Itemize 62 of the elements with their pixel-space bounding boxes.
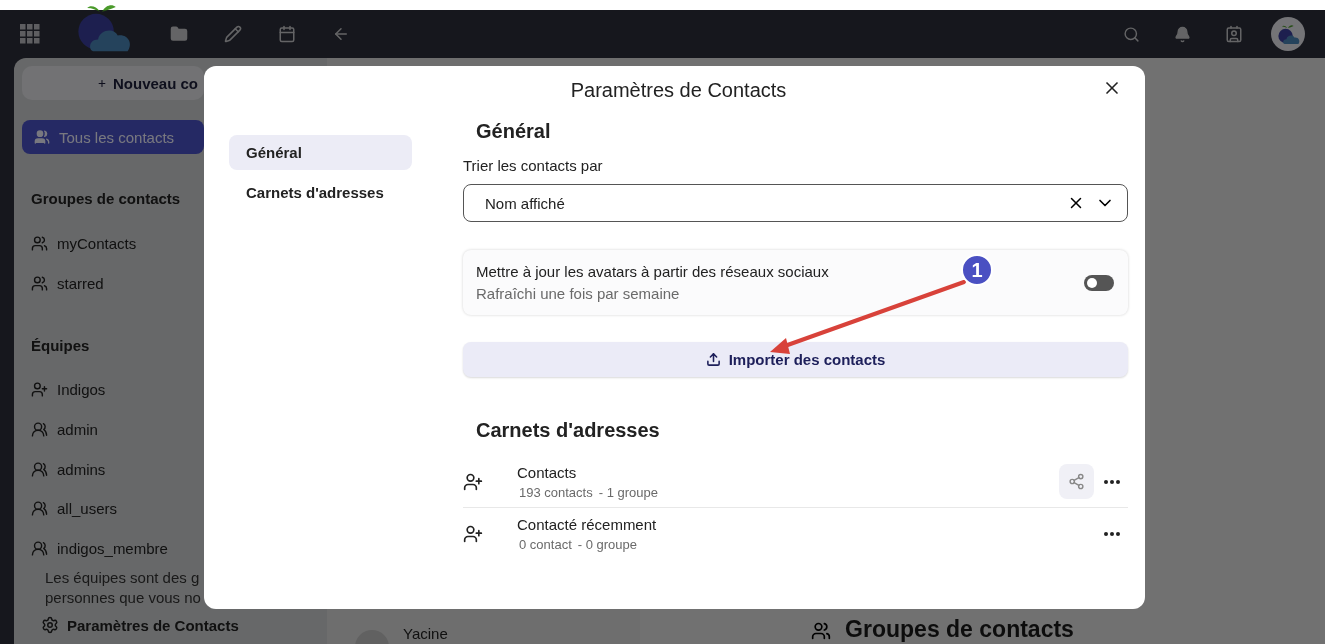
teams-note: personnes que vous no xyxy=(44,588,202,609)
address-book-name: Contacts xyxy=(517,463,578,481)
people-icon xyxy=(31,234,48,252)
more-button[interactable] xyxy=(1104,531,1120,536)
folder-icon[interactable] xyxy=(170,25,188,43)
people-icon xyxy=(811,621,832,641)
people-icon xyxy=(31,274,48,292)
search-icon[interactable] xyxy=(1123,25,1140,43)
upload-icon xyxy=(705,352,721,367)
app-grid-icon[interactable] xyxy=(20,24,40,44)
sidebar-item[interactable]: starred xyxy=(22,263,204,303)
sort-select[interactable]: Nom affiché xyxy=(463,184,1128,222)
new-contact-button[interactable]: Nouveau co xyxy=(22,66,204,100)
people-icon xyxy=(31,421,48,439)
add-people-icon[interactable] xyxy=(463,471,483,492)
field-label: Trier les contacts par xyxy=(463,157,604,174)
sidebar-item[interactable]: admin xyxy=(22,409,204,450)
sidebar-item[interactable]: admins xyxy=(22,449,204,490)
dialog-title: Paramètres de Contacts xyxy=(570,78,787,102)
section-heading: Groupes de contacts xyxy=(30,190,181,207)
calendar-icon[interactable] xyxy=(278,25,296,43)
address-book-name: Contacté récemment xyxy=(517,515,658,533)
sidebar-item[interactable]: myContacts xyxy=(22,223,204,263)
more-icon xyxy=(1104,531,1120,536)
people-icon xyxy=(34,129,50,145)
contact-count: 193 contacts xyxy=(519,484,593,500)
more-button[interactable] xyxy=(1104,479,1120,484)
settings-icon xyxy=(41,616,59,635)
section-heading: Carnets d'adresses xyxy=(475,419,661,442)
address-book-row[interactable]: Contacté récemment 0 contact - 0 groupe xyxy=(463,508,1128,559)
toggle-switch[interactable] xyxy=(1084,274,1114,291)
settings-link[interactable]: Paramètres de Contacts xyxy=(22,614,327,637)
sidebar-item[interactable]: all_users xyxy=(22,489,204,529)
sidebar-item[interactable]: indigos_membre xyxy=(22,528,204,569)
more-icon xyxy=(1104,479,1120,484)
people-icon xyxy=(31,460,48,478)
bell-icon[interactable] xyxy=(1174,25,1191,43)
avatar-logo-icon[interactable] xyxy=(1275,23,1301,45)
setting-title: Mettre à jour les avatars à partir des réseaux sociaux xyxy=(476,263,829,280)
sidebar-item[interactable]: Indigos xyxy=(22,370,204,410)
people-icon xyxy=(31,500,48,518)
nav-item[interactable]: Général xyxy=(229,135,412,170)
nav-item[interactable]: Carnets d'adresses xyxy=(229,175,412,210)
section-heading: Général xyxy=(475,120,552,143)
people-icon xyxy=(31,540,48,558)
section-heading: Équipes xyxy=(30,337,90,354)
main-heading: Groupes de contacts xyxy=(845,616,1074,643)
share-icon xyxy=(1068,473,1085,490)
contact-count: 0 contact xyxy=(519,536,572,552)
contact-name: Yacine xyxy=(403,625,448,642)
pencil-icon[interactable] xyxy=(224,25,242,43)
user-avatar[interactable] xyxy=(1271,17,1305,51)
teams-note: Les équipes sont des g xyxy=(44,568,201,589)
sidebar-item[interactable]: Tous les contacts xyxy=(22,120,204,154)
contact-card-icon[interactable] xyxy=(1225,25,1243,43)
address-book-row[interactable]: Contacts 193 contacts - 1 groupe xyxy=(463,456,1128,508)
setting-subtitle: Rafraîchi une fois par semaine xyxy=(476,285,681,302)
import-button[interactable]: Importer des contacts xyxy=(463,342,1128,377)
group-count: - 0 groupe xyxy=(577,536,638,552)
add-people-icon[interactable] xyxy=(463,523,483,544)
share-button[interactable] xyxy=(1059,464,1094,499)
group-count: - 1 groupe xyxy=(598,484,658,500)
